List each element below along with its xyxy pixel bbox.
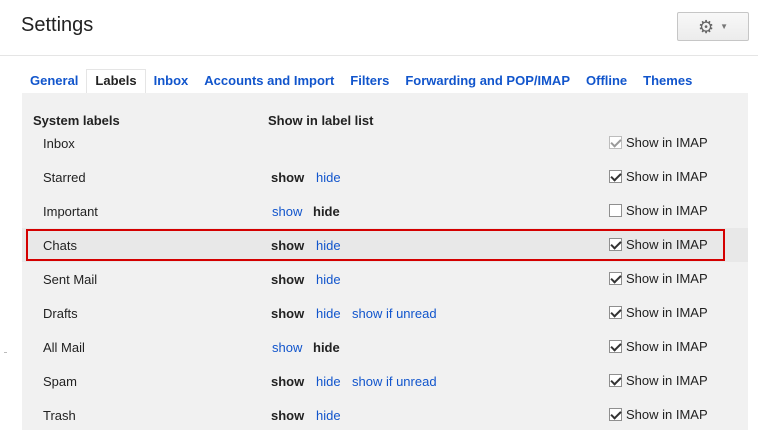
hide-link[interactable]: hide [316,170,341,185]
tab-filters[interactable]: Filters [342,69,397,93]
show-if-unread-link[interactable]: show if unread [352,306,437,321]
label-row-inbox: Inbox Show in IMAP [22,126,748,160]
show-in-imap-checkbox[interactable] [609,408,622,421]
show-in-imap-checkbox[interactable] [609,204,622,217]
show-if-unread-link[interactable]: show if unread [352,374,437,389]
hide-link[interactable]: hide [316,374,341,389]
label-row-spam: Spam show hide show if unread Show in IMAP [22,364,748,398]
tab-forwarding-and-pop-imap[interactable]: Forwarding and POP/IMAP [397,69,578,93]
show-in-imap-option[interactable]: Show in IMAP [609,169,708,184]
hide-link: hide [313,204,340,219]
page-title: Settings [21,14,94,36]
tab-general[interactable]: General [22,69,86,93]
show-in-imap-option: Show in IMAP [609,135,708,150]
stray-mark [4,352,7,353]
show-in-imap-option[interactable]: Show in IMAP [609,373,708,388]
show-link: show [271,170,305,185]
show-in-imap-option[interactable]: Show in IMAP [609,271,708,286]
show-in-imap-label: Show in IMAP [626,407,708,422]
tab-labels[interactable]: Labels [86,69,146,93]
hide-link[interactable]: hide [316,408,341,423]
show-in-imap-checkbox [609,136,622,149]
show-link: show [271,306,305,321]
show-in-imap-option[interactable]: Show in IMAP [609,305,708,320]
show-in-imap-label: Show in IMAP [626,305,708,320]
label-row-all-mail: All Mail show hide Show in IMAP [22,330,748,364]
label-name: Trash [43,408,76,423]
show-in-imap-label: Show in IMAP [626,135,708,150]
label-name: Important [43,204,98,219]
label-row-trash: Trash show hide Show in IMAP [22,398,748,432]
show-in-imap-label: Show in IMAP [626,203,708,218]
show-in-imap-checkbox[interactable] [609,170,622,183]
tab-offline[interactable]: Offline [578,69,635,93]
settings-header: Settings ⚙ ▼ [0,0,758,56]
show-in-imap-label: Show in IMAP [626,271,708,286]
show-in-imap-option[interactable]: Show in IMAP [609,407,708,422]
show-in-imap-checkbox[interactable] [609,306,622,319]
show-link: show [271,272,305,287]
label-name: Starred [43,170,86,185]
tab-themes[interactable]: Themes [635,69,700,93]
show-in-imap-label: Show in IMAP [626,373,708,388]
show-in-imap-checkbox[interactable] [609,272,622,285]
settings-gear-button[interactable]: ⚙ ▼ [677,12,749,41]
show-in-imap-option[interactable]: Show in IMAP [609,203,708,218]
hide-link[interactable]: hide [316,306,341,321]
show-link[interactable]: show [272,204,302,219]
label-name: Sent Mail [43,272,98,287]
label-name: All Mail [43,340,85,355]
show-in-imap-checkbox[interactable] [609,340,622,353]
show-link: show [271,408,305,423]
hide-link[interactable]: hide [316,272,341,287]
label-row-sent-mail: Sent Mail show hide Show in IMAP [22,262,748,296]
chats-highlight-box [26,229,725,261]
tab-inbox[interactable]: Inbox [146,69,197,93]
label-row-important: Important show hide Show in IMAP [22,194,748,228]
settings-tabs: General Labels Inbox Accounts and Import Fil… [22,69,700,93]
show-in-imap-checkbox[interactable] [609,374,622,387]
show-in-imap-label: Show in IMAP [626,169,708,184]
tab-accounts-and-import[interactable]: Accounts and Import [196,69,342,93]
label-name: Spam [43,374,77,389]
gear-icon: ⚙ [697,16,715,37]
hide-link: hide [313,340,340,355]
show-link: show [271,374,305,389]
label-row-drafts: Drafts show hide show if unread Show in IMAP [22,296,748,330]
show-in-imap-label: Show in IMAP [626,339,708,354]
label-name: Inbox [43,136,75,151]
chevron-down-icon: ▼ [720,22,729,31]
label-name: Drafts [43,306,78,321]
label-row-starred: Starred show hide Show in IMAP [22,160,748,194]
show-in-imap-option[interactable]: Show in IMAP [609,339,708,354]
show-link[interactable]: show [272,340,302,355]
